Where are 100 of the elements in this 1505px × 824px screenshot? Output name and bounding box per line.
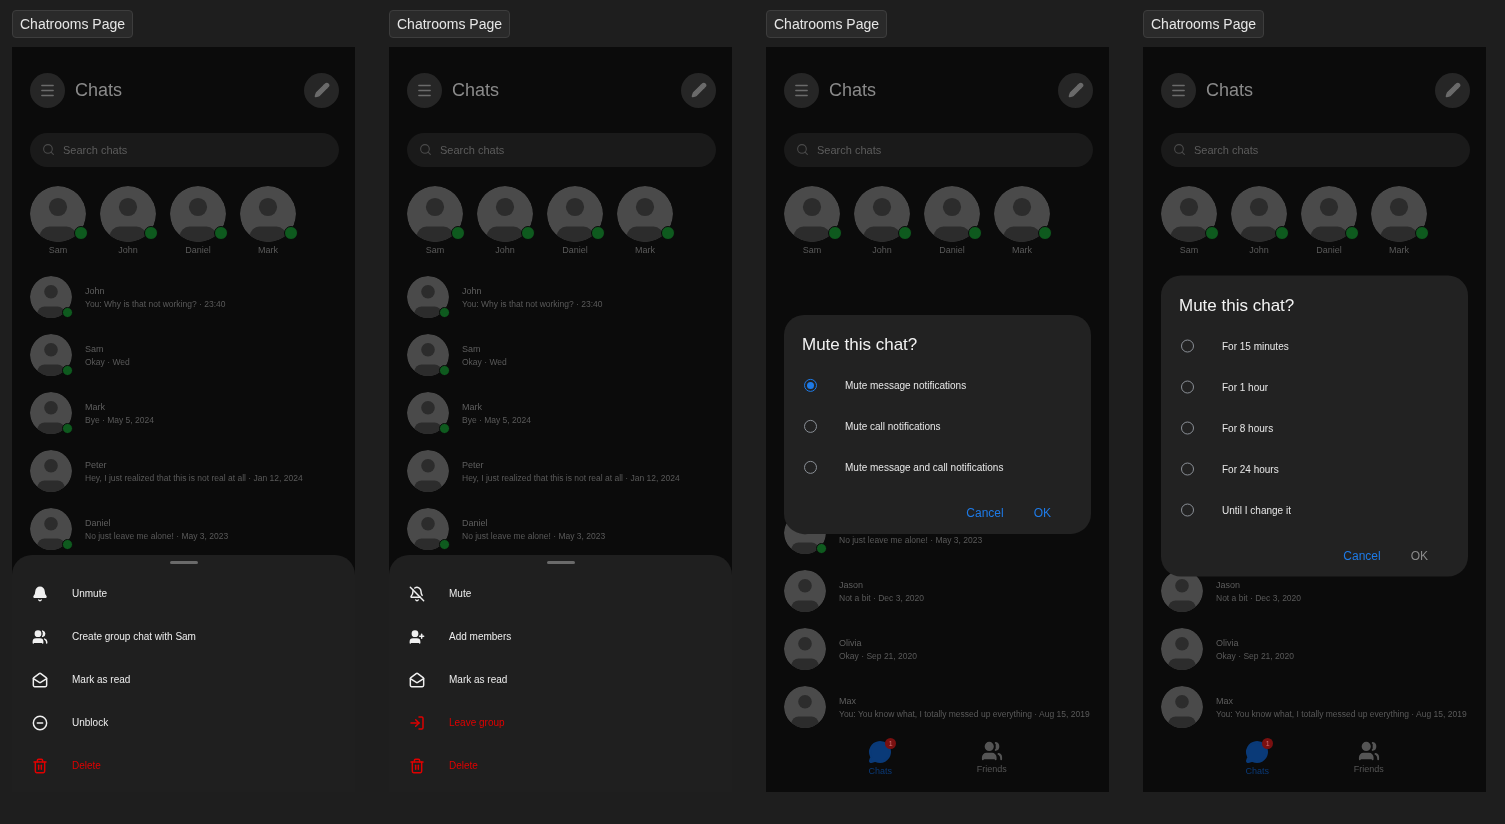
chat-row[interactable]: Mark Bye · May 5, 2024: [389, 384, 732, 442]
pencil-icon: [313, 82, 330, 98]
option-label: Mute message notifications: [845, 379, 967, 391]
avatar-icon: [617, 186, 673, 242]
trash-icon: [32, 757, 48, 774]
sheet-menu-item[interactable]: Create group chat with Sam: [32, 615, 355, 658]
search-field[interactable]: Search chats: [784, 133, 1093, 167]
chat-row[interactable]: Mark Bye · May 5, 2024: [12, 384, 355, 442]
contact-name: John: [872, 245, 892, 255]
chat-row[interactable]: Peter Hey, I just realized that this is not real at all · Jan 12, 2024: [389, 442, 732, 500]
search-field[interactable]: Search chats: [30, 133, 339, 167]
chat-row[interactable]: Sam Okay · Wed: [389, 326, 732, 384]
nav-tab[interactable]: Friends: [976, 736, 1007, 792]
avatar-icon: [1161, 686, 1203, 728]
message-preview: You: Why is that not working? · 23:40: [462, 299, 603, 309]
contact-name: Mark: [258, 245, 278, 255]
dialog-button[interactable]: OK: [1033, 505, 1051, 520]
chat-row[interactable]: John You: Why is that not working? · 23:40: [12, 268, 355, 326]
menu-button[interactable]: [407, 72, 442, 108]
people-icon: [980, 740, 1003, 762]
radio-option[interactable]: For 8 hours: [1179, 407, 1450, 448]
message-preview: No just leave me alone! · May 3, 2023: [85, 531, 229, 541]
compose-button[interactable]: [1435, 72, 1470, 108]
radio-option[interactable]: Until I change it: [1179, 489, 1450, 530]
chat-row[interactable]: Olivia Okay · Sep 21, 2020: [766, 620, 1109, 678]
avatar-icon: [1161, 628, 1203, 670]
sheet-menu-item[interactable]: Delete: [32, 744, 355, 787]
screen-title: Chats: [829, 79, 878, 101]
chat-name: Olivia: [839, 638, 863, 648]
sheet-menu-item[interactable]: Delete: [409, 744, 732, 787]
compose-button[interactable]: [1058, 72, 1093, 108]
chat-name: Jason: [839, 580, 865, 590]
dialog-button[interactable]: Cancel: [1343, 548, 1381, 562]
drag-handle[interactable]: [546, 561, 575, 564]
avatar-icon: [784, 686, 826, 728]
chat-row[interactable]: Daniel No just leave me alone! · May 3, 2023: [389, 500, 732, 558]
contact-name: Mark: [635, 245, 655, 255]
option-label: Mute message and call notifications: [845, 461, 1004, 473]
option-label: Mute call notifications: [845, 420, 941, 432]
sheet-menu-item[interactable]: Mute: [409, 572, 732, 615]
radio-option[interactable]: For 15 minutes: [1179, 325, 1450, 366]
minus-circle-icon: [32, 714, 48, 731]
avatar-icon: [30, 276, 72, 318]
dialog-title: Mute this chat?: [1179, 295, 1296, 315]
chat-row[interactable]: Sam Okay · Wed: [12, 326, 355, 384]
chat-row[interactable]: Jason Not a bit · Dec 3, 2020: [766, 562, 1109, 620]
envelope-icon: [32, 671, 48, 688]
avatar-icon: [1301, 186, 1357, 242]
avatar-icon: [407, 334, 449, 376]
chat-name: Max: [839, 696, 857, 706]
chat-bubble-icon: [868, 740, 893, 764]
trash-icon: [409, 757, 425, 774]
avatar-icon: [407, 508, 449, 550]
sheet-menu-item[interactable]: Add members: [409, 615, 732, 658]
sheet-menu-item[interactable]: Unblock: [32, 701, 355, 744]
compose-button[interactable]: [304, 72, 339, 108]
page-label: Chatrooms Page: [1143, 10, 1265, 38]
chat-bubble-icon: [1245, 740, 1270, 764]
drag-handle[interactable]: [169, 561, 198, 564]
sheet-menu-item[interactable]: Leave group: [409, 701, 732, 744]
radio-option[interactable]: For 24 hours: [1179, 448, 1450, 489]
message-preview: You: You know what, I totally messed up everything · Aug 15, 2019: [1216, 709, 1467, 719]
chat-row[interactable]: Max You: You know what, I totally messed up everything · Aug 15, 2019: [1143, 678, 1486, 736]
radio-option[interactable]: Mute call notifications: [802, 405, 1073, 447]
menu-button[interactable]: [30, 72, 65, 108]
nav-tab[interactable]: Friends: [1353, 736, 1384, 792]
option-label: For 24 hours: [1222, 463, 1279, 474]
pencil-icon: [1444, 82, 1461, 98]
option-label: For 1 hour: [1222, 381, 1269, 392]
option-label: For 15 minutes: [1222, 340, 1289, 351]
sheet-menu-item[interactable]: Mark as read: [409, 658, 732, 701]
radio-option[interactable]: For 1 hour: [1179, 366, 1450, 407]
sheet-menu-item[interactable]: Mark as read: [32, 658, 355, 701]
message-preview: Not a bit · Dec 3, 2020: [839, 593, 925, 603]
contact-name: Daniel: [185, 245, 211, 255]
avatar-icon: [30, 334, 72, 376]
people-icon: [32, 628, 48, 645]
menu-button[interactable]: [1161, 72, 1196, 108]
chat-row[interactable]: John You: Why is that not working? · 23:40: [389, 268, 732, 326]
contact-name: Mark: [1389, 245, 1409, 255]
chat-name: Sam: [462, 344, 482, 354]
radio-option[interactable]: Mute message and call notifications: [802, 446, 1073, 488]
chat-row[interactable]: Max You: You know what, I totally messed up everything · Aug 15, 2019: [766, 678, 1109, 736]
chat-row[interactable]: Peter Hey, I just realized that this is not real at all · Jan 12, 2024: [12, 442, 355, 500]
chat-row[interactable]: Daniel No just leave me alone! · May 3, 2023: [12, 500, 355, 558]
dialog-title: Mute this chat?: [802, 334, 919, 355]
message-preview: Bye · May 5, 2024: [462, 415, 531, 425]
message-preview: Hey, I just realized that this is not real at all · Jan 12, 2024: [462, 473, 680, 483]
radio-option[interactable]: Mute message notifications: [802, 364, 1073, 406]
option-label: For 8 hours: [1222, 422, 1274, 433]
search-field[interactable]: Search chats: [407, 133, 716, 167]
sheet-menu-item[interactable]: Unmute: [32, 572, 355, 615]
search-field[interactable]: Search chats: [1161, 133, 1470, 167]
compose-button[interactable]: [681, 72, 716, 108]
avatar-icon: [100, 186, 156, 242]
dialog-button[interactable]: Cancel: [966, 505, 1004, 520]
chat-name: Peter: [85, 460, 108, 470]
message-preview: No just leave me alone! · May 3, 2023: [839, 535, 983, 545]
chat-row[interactable]: Olivia Okay · Sep 21, 2020: [1143, 620, 1486, 678]
menu-button[interactable]: [784, 72, 819, 108]
